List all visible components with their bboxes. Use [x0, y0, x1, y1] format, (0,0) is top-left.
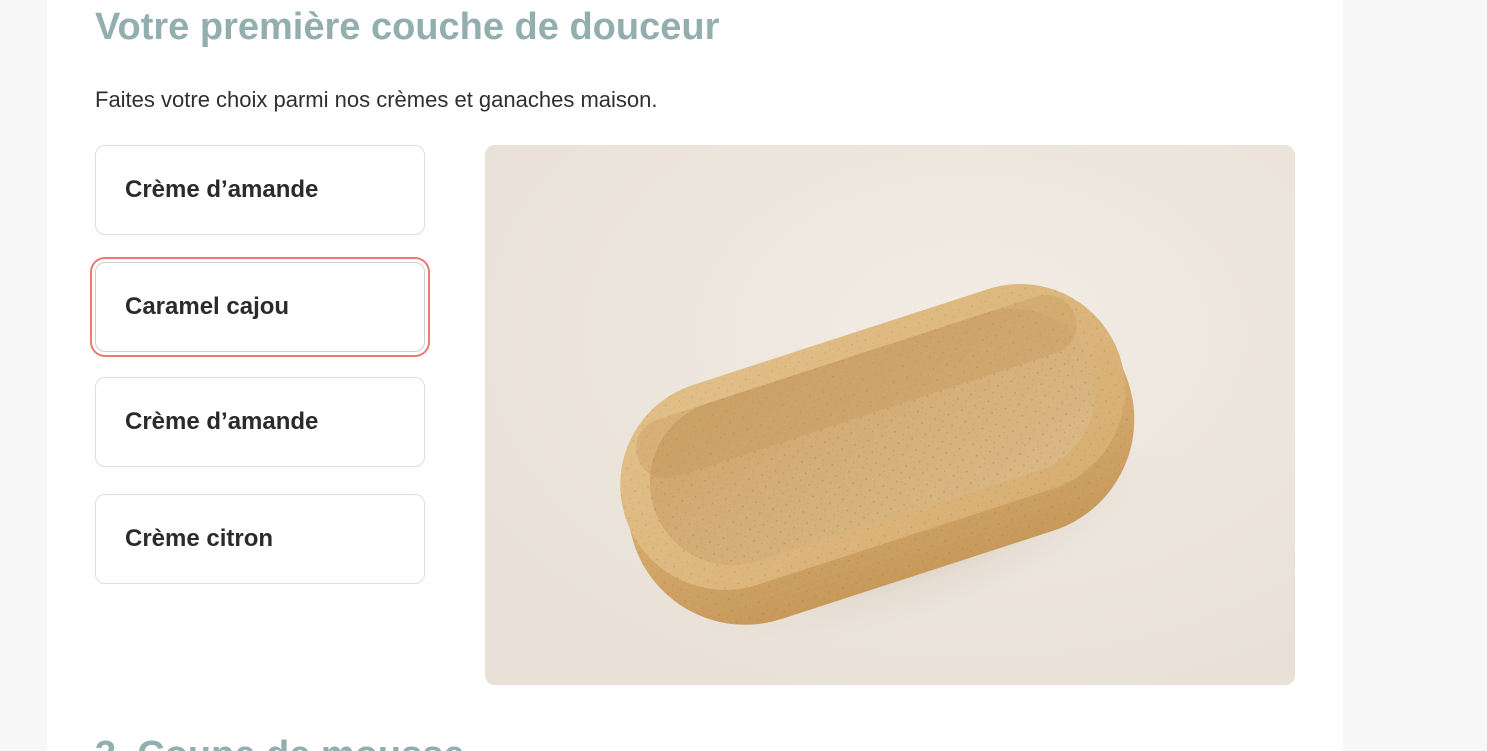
option-caramel-cajou[interactable]: Caramel cajou	[95, 262, 425, 352]
option-label: Crème d’amande	[125, 176, 319, 203]
section-title: Votre première couche de douceur	[95, 6, 720, 48]
option-label: Crème d’amande	[125, 408, 319, 435]
option-creme-amande[interactable]: Crème d’amande	[95, 145, 425, 235]
next-section-title: 3. Coupe de mousse	[95, 732, 465, 751]
tart-shell-illustration	[485, 145, 1295, 685]
option-label: Caramel cajou	[125, 293, 290, 320]
page-card: Votre première couche de douceur Faites …	[47, 0, 1343, 751]
product-image	[485, 145, 1295, 685]
option-creme-amande-2[interactable]: Crème d’amande	[95, 377, 425, 467]
option-creme-citron[interactable]: Crème citron	[95, 494, 425, 584]
option-label: Crème citron	[125, 525, 274, 552]
section-subtitle: Faites votre choix parmi nos crèmes et g…	[95, 87, 658, 112]
